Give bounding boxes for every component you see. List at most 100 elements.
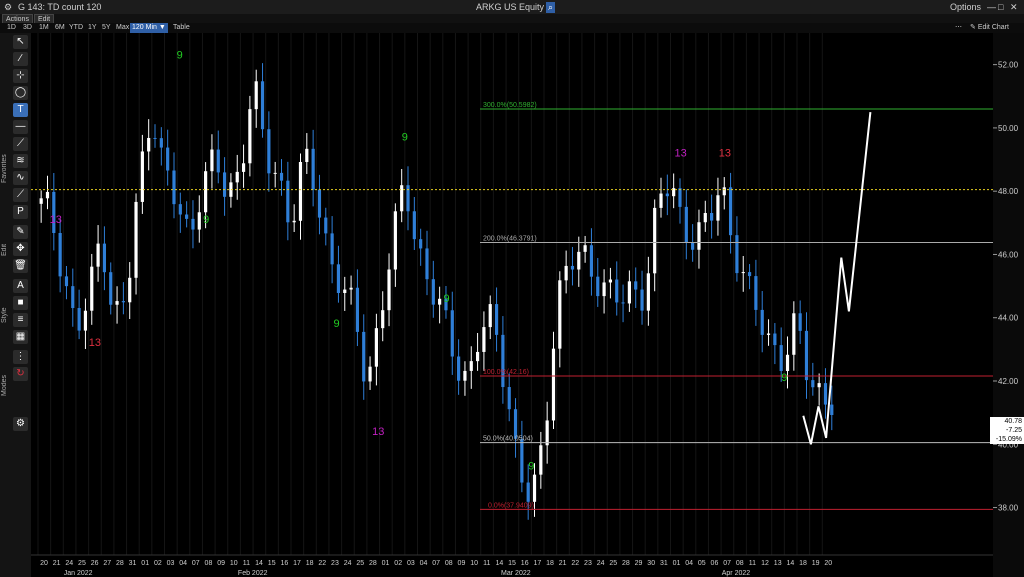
segment-icon[interactable]: ⟋ [13, 137, 28, 151]
candle-body [178, 204, 182, 215]
price-chart[interactable]: 300.0%(50.5982) 200.0%(46.3791) 100.0%(42.… [0, 0, 1024, 577]
period-1y[interactable]: 1Y [86, 23, 99, 33]
move-icon[interactable]: ✥ [13, 242, 28, 256]
ticker-label[interactable]: ARKG US Equity [476, 2, 544, 12]
candle-body [90, 266, 94, 311]
fill-icon[interactable]: ■ [13, 296, 28, 310]
x-tick-label: 18 [306, 560, 314, 567]
candle-body [229, 182, 233, 197]
candle-body [532, 474, 537, 502]
candle-body [387, 269, 391, 311]
plot-area [31, 33, 993, 555]
period-6m[interactable]: 6M [53, 23, 67, 33]
candle-body [311, 148, 315, 190]
candle-body [703, 213, 707, 223]
candle-body [159, 138, 163, 148]
candle-body [109, 272, 113, 305]
candle-body [659, 193, 663, 208]
period-1d[interactable]: 1D [5, 23, 18, 33]
text-icon[interactable]: T [13, 103, 28, 117]
candle-body [678, 188, 682, 207]
trend-icon[interactable]: ⟋ [13, 188, 28, 202]
chart-menu-icon[interactable]: ⋯ [953, 23, 964, 33]
candle-body [520, 438, 524, 483]
candle-body [355, 287, 360, 332]
settings-icon[interactable]: ⚙ [13, 417, 28, 431]
window-close-icon[interactable]: ✕ [1010, 2, 1018, 13]
candle-body [463, 370, 467, 381]
candle-body [216, 149, 220, 173]
candle-body [381, 310, 385, 329]
period-ytd[interactable]: YTD [67, 23, 85, 33]
window-restore-icon[interactable]: □ [998, 2, 1003, 12]
candle-body [431, 279, 435, 305]
options-button[interactable]: Options [950, 2, 981, 12]
x-tick-label: 07 [723, 560, 731, 567]
ellipse-icon[interactable]: ◯ [13, 86, 28, 100]
x-tick-label: 04 [179, 560, 187, 567]
candle-body [241, 163, 246, 172]
candle-body [804, 330, 809, 381]
x-tick-label: 24 [597, 560, 605, 567]
td-count-label: 9 [528, 461, 534, 473]
candle-body [728, 187, 733, 236]
window-menu-icon[interactable]: — [987, 2, 996, 12]
pen-icon[interactable]: ∕ [13, 52, 28, 66]
candle-body [52, 191, 56, 233]
hline-icon[interactable]: — [13, 120, 28, 134]
x-tick-label: 24 [65, 560, 73, 567]
candle-body [419, 239, 423, 249]
x-tick-label: 05 [698, 560, 706, 567]
candle-body [172, 170, 176, 205]
candle-body [577, 251, 581, 270]
edit-chart-button[interactable]: ✎ Edit Chart [968, 23, 1011, 33]
period-1m[interactable]: 1M [37, 23, 51, 33]
period-max[interactable]: Max [114, 23, 131, 33]
x-tick-label: 08 [445, 560, 453, 567]
x-tick-label: 09 [458, 560, 466, 567]
crosshair-icon[interactable]: ⊹ [13, 69, 28, 83]
candle-body [336, 264, 341, 293]
position-icon[interactable]: P [13, 205, 28, 219]
y-tick-label: 38.00 [998, 504, 1019, 513]
sidebar-label-style: Style [1, 307, 8, 323]
candle-body [507, 387, 511, 410]
menu-bar: Actions Edit [0, 14, 1024, 25]
channel-icon[interactable]: ≋ [13, 154, 28, 168]
brush-icon[interactable]: ✎ [13, 225, 28, 239]
x-month-label: Mar 2022 [501, 570, 531, 577]
table-button[interactable]: Table [171, 23, 192, 33]
candle-body [710, 213, 714, 221]
candle-body [222, 172, 227, 197]
x-tick-label: 01 [673, 560, 681, 567]
annotate-icon[interactable]: A [13, 279, 28, 293]
x-tick-label: 08 [736, 560, 744, 567]
candle-body [330, 233, 334, 265]
ticker-search-button[interactable]: ⌕ [546, 2, 556, 13]
candle-body [823, 383, 828, 405]
wave-icon[interactable]: ∿ [13, 171, 28, 185]
grid-icon[interactable]: ▦ [13, 330, 28, 344]
candle-body [475, 351, 480, 362]
magnet-icon[interactable]: ⋮ [13, 350, 28, 364]
candle-body [608, 279, 613, 283]
x-tick-label: 01 [141, 560, 149, 567]
x-tick-label: 26 [91, 560, 99, 567]
period-3d[interactable]: 3D [21, 23, 34, 33]
fib-level-label: 300.0%(50.5982) [483, 102, 537, 109]
period-5y[interactable]: 5Y [100, 23, 113, 33]
interval-dropdown[interactable]: 120 Min ▼ [130, 23, 168, 33]
pointer-icon[interactable]: ↖ [13, 35, 28, 49]
candle-body [488, 304, 492, 328]
lines-icon[interactable]: ≡ [13, 313, 28, 327]
candle-body [672, 188, 676, 197]
trash-icon[interactable]: 🗑 [13, 259, 28, 273]
x-tick-label: 25 [356, 560, 364, 567]
candle-body [438, 298, 442, 305]
cycle-icon[interactable]: ↻ [13, 367, 28, 381]
x-tick-label: 28 [622, 560, 630, 567]
window-icon: ⚙ [4, 2, 13, 12]
candle-body [140, 151, 144, 202]
x-tick-label: 08 [205, 560, 213, 567]
x-tick-label: 06 [711, 560, 719, 567]
